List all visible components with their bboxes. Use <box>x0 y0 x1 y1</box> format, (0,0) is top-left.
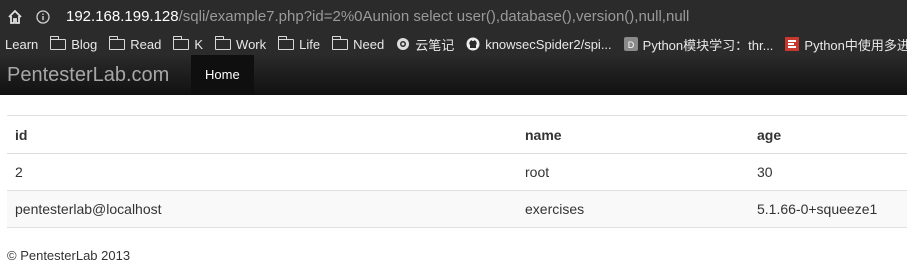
bookmark-blog[interactable]: Blog <box>49 35 98 52</box>
bookmark-label: Blog <box>71 36 98 52</box>
bookmark-label: knowsecSpider2/spi... <box>485 36 612 52</box>
cell-age: 5.1.66-0+squeeze1 <box>749 190 907 228</box>
folder-icon <box>108 35 126 50</box>
folder-icon <box>277 35 295 50</box>
bookmark-label: K <box>194 36 204 52</box>
c-favicon <box>785 37 800 51</box>
folder-icon <box>49 35 67 50</box>
cell-id: 2 <box>7 153 517 191</box>
d-favicon: D <box>623 37 638 51</box>
bookmark-label: Read <box>130 36 162 52</box>
footer-copyright: © PentesterLab 2013 <box>7 248 131 263</box>
bookmark-label: Life <box>299 36 321 52</box>
folder-icon <box>214 35 232 50</box>
bookmark-label: 云笔记 <box>415 37 455 53</box>
column-header-id: id <box>7 115 517 154</box>
brand-logo[interactable]: PentesterLab.com <box>0 64 187 87</box>
bookmark-github[interactable]: knowsecSpider2/spi... <box>466 36 612 52</box>
home-icon[interactable] <box>0 0 30 33</box>
column-header-name: name <box>517 115 749 154</box>
bookmark-label: Work <box>236 36 267 52</box>
site-navbar: PentesterLab.com Home <box>0 55 907 95</box>
cell-id: pentesterlab@localhost <box>7 190 517 228</box>
bookmarks-bar: Learn Blog Read K Work Life Need 云笔记 kno… <box>0 33 907 55</box>
globe-icon <box>397 38 410 50</box>
table-row: pentesterlab@localhost exercises 5.1.66-… <box>7 190 907 228</box>
url-host: 192.168.199.128 <box>66 8 179 25</box>
results-table: id name age 2 root 30 pentesterlab@local… <box>7 115 907 228</box>
cell-age: 30 <box>749 153 907 191</box>
address-bar: 192.168.199.128/sqli/example7.php?id=2%0… <box>0 0 907 33</box>
folder-icon <box>172 35 190 50</box>
bookmark-read[interactable]: Read <box>108 35 162 52</box>
bookmark-work[interactable]: Work <box>214 35 267 52</box>
bookmark-need[interactable]: Need <box>331 35 385 52</box>
bookmark-learn[interactable]: Learn <box>5 37 38 52</box>
url-field[interactable]: 192.168.199.128/sqli/example7.php?id=2%0… <box>56 8 689 25</box>
bookmark-label: Python模块学习：thr... <box>642 37 774 53</box>
bookmark-cloud-notes[interactable]: 云笔记 <box>396 35 454 54</box>
bookmark-python-multiprocess[interactable]: Python中使用多进程... <box>785 35 907 54</box>
cell-name: root <box>517 153 749 191</box>
bookmark-life[interactable]: Life <box>277 35 321 52</box>
url-path: /sqli/example7.php?id=2%0Aunion select u… <box>178 8 690 25</box>
bookmark-label: Need <box>353 36 385 52</box>
bookmark-k[interactable]: K <box>172 35 204 52</box>
svg-text:D: D <box>627 40 634 50</box>
bookmark-label: Learn <box>5 36 39 52</box>
nav-home[interactable]: Home <box>191 55 254 95</box>
info-icon[interactable] <box>30 0 56 33</box>
column-header-age: age <box>749 115 907 154</box>
folder-icon <box>331 35 349 50</box>
github-icon <box>466 37 480 51</box>
bookmark-python-thread[interactable]: D Python模块学习：thr... <box>623 35 774 54</box>
cell-name: exercises <box>517 190 749 228</box>
table-header-row: id name age <box>7 115 907 154</box>
bookmark-label: Python中使用多进程... <box>804 37 907 53</box>
table-row: 2 root 30 <box>7 153 907 191</box>
